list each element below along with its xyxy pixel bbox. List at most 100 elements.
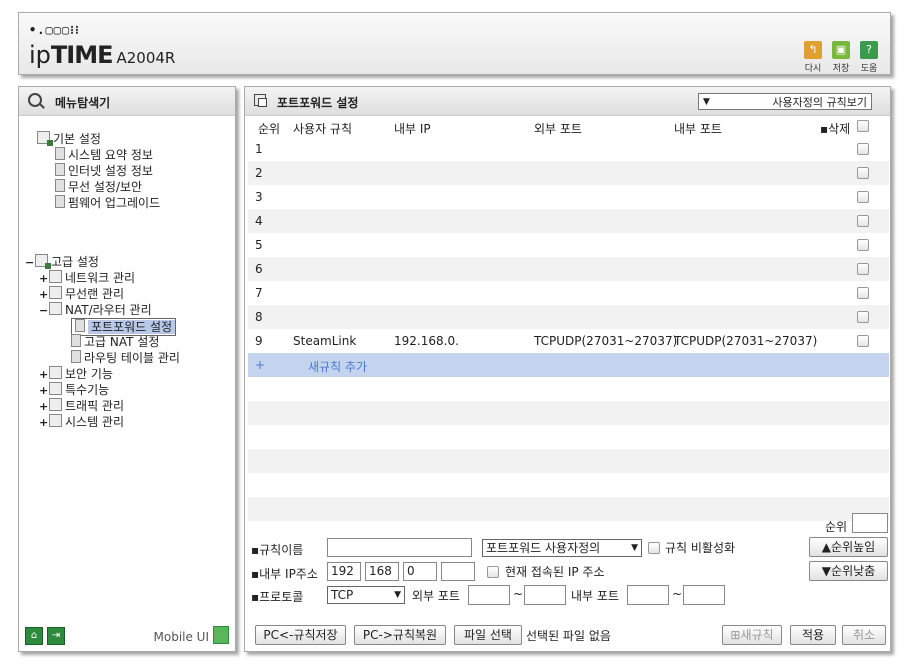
row-delete-checkbox[interactable] <box>857 215 869 227</box>
home-icon[interactable]: ⌂ <box>25 627 43 645</box>
tree-nat-router-management[interactable]: − NAT/라우터 관리 <box>39 302 152 318</box>
internal-port-end[interactable] <box>683 585 725 605</box>
expand-toggle[interactable]: + <box>39 287 49 303</box>
mobile-ui-link[interactable]: Mobile UI <box>154 630 210 644</box>
row-order: 1 <box>255 142 263 156</box>
expand-toggle[interactable]: + <box>39 271 49 287</box>
pc-save-rules-button[interactable]: PC<-규칙저장 <box>255 625 346 645</box>
row-delete-checkbox[interactable] <box>857 287 869 299</box>
external-port-start[interactable] <box>468 585 510 605</box>
rule-view-select[interactable]: ▼ 사용자정의 규칙보기 <box>698 93 872 110</box>
cancel-button[interactable]: 취소 <box>842 625 886 645</box>
rule-type-select[interactable]: 포트포워드 사용자정의 ▼ <box>482 539 642 557</box>
help-label: 도움 <box>860 64 878 74</box>
tree-special-functions[interactable]: + 특수기능 <box>39 382 109 398</box>
save-label: 저장 <box>832 64 850 74</box>
folder-icon <box>37 131 53 146</box>
apply-button[interactable]: 적용 <box>790 625 836 645</box>
rule-name-label: ▪규칙이름 <box>251 543 304 557</box>
collapse-toggle[interactable]: − <box>39 303 49 319</box>
system-folder-icon <box>49 414 62 427</box>
current-ip-checkbox[interactable] <box>487 566 499 578</box>
int-port-tilde: ~ <box>672 587 683 601</box>
router-folder-icon <box>49 302 62 315</box>
minus-square-icon: ▪ <box>820 122 829 136</box>
row-delete-checkbox[interactable] <box>857 335 869 347</box>
ip-octet-3[interactable]: 0 <box>403 562 437 581</box>
tree-item-system-summary[interactable]: 시스템 요약 정보 <box>55 147 153 163</box>
wifi-folder-icon <box>49 286 62 299</box>
row-delete-checkbox[interactable] <box>857 143 869 155</box>
rule-name-input[interactable] <box>327 538 472 557</box>
priority-down-button[interactable]: ▼순위낮춤 <box>809 561 888 581</box>
mobile-icon[interactable] <box>213 626 229 644</box>
table-row[interactable]: 4 <box>248 209 889 233</box>
ip-octet-4[interactable] <box>441 562 475 581</box>
col-rule: 사용자 규칙 <box>293 122 353 136</box>
rules-table-header: 순위 사용자 규칙 내부 IP 외부 포트 내부 포트 ▪삭제 <box>248 117 889 137</box>
plus-icon: + <box>255 358 266 372</box>
table-row[interactable]: 1 <box>248 137 889 161</box>
priority-up-button[interactable]: ▲순위높임 <box>809 537 888 557</box>
external-port-label: 외부 포트 <box>412 589 460 603</box>
table-row[interactable]: 6 <box>248 257 889 281</box>
row-delete-checkbox[interactable] <box>857 239 869 251</box>
add-rule-row[interactable]: + 새규칙 추가 <box>248 353 889 377</box>
collapse-toggle[interactable]: − <box>25 255 35 271</box>
row-rule-name: SteamLink <box>293 334 357 348</box>
row-delete-checkbox[interactable] <box>857 263 869 275</box>
ip-octet-1[interactable]: 192 <box>327 562 361 581</box>
table-row[interactable]: 7 <box>248 281 889 305</box>
help-button[interactable]: ? 도움 <box>858 41 880 74</box>
tree-traffic-management[interactable]: + 트래픽 관리 <box>39 398 124 414</box>
table-row[interactable]: 9 SteamLink 192.168.0. TCPUDP(27031~27037) T… <box>248 329 889 353</box>
protocol-select[interactable]: TCP ▼ <box>327 586 405 604</box>
row-order: 6 <box>255 262 263 276</box>
expand-toggle[interactable]: + <box>39 367 49 383</box>
tree-advanced-settings[interactable]: − 고급 설정 <box>25 254 99 270</box>
row-delete-checkbox[interactable] <box>857 167 869 179</box>
chart-icon <box>55 147 65 160</box>
tree-system-management[interactable]: + 시스템 관리 <box>39 414 124 430</box>
empty-row <box>248 449 889 473</box>
tree-item-internet-info[interactable]: 인터넷 설정 정보 <box>55 163 153 179</box>
table-row[interactable]: 3 <box>248 185 889 209</box>
tree-basic-settings[interactable]: 기본 설정 <box>37 131 101 147</box>
ip-octet-2[interactable]: 168 <box>365 562 399 581</box>
table-row[interactable]: 8 <box>248 305 889 329</box>
order-input[interactable] <box>852 513 888 533</box>
pc-restore-rules-button[interactable]: PC->규칙복원 <box>354 625 446 645</box>
table-row[interactable]: 2 <box>248 161 889 185</box>
expand-toggle[interactable]: + <box>39 383 49 399</box>
internal-port-start[interactable] <box>627 585 669 605</box>
row-delete-checkbox[interactable] <box>857 191 869 203</box>
row-order: 5 <box>255 238 263 252</box>
internal-port-label: 내부 포트 <box>571 589 619 603</box>
tree-item-advanced-nat[interactable]: 고급 NAT 설정 <box>71 334 159 350</box>
new-rule-button[interactable]: ⊞새규칙 <box>722 625 782 645</box>
row-delete-checkbox[interactable] <box>857 311 869 323</box>
refresh-button[interactable]: ↰ 다시 <box>802 41 824 74</box>
empty-row <box>248 401 889 425</box>
table-row[interactable]: 5 <box>248 233 889 257</box>
page-icon <box>71 334 81 347</box>
logout-icon[interactable]: ⇥ <box>47 627 65 645</box>
file-select-button[interactable]: 파일 선택 <box>454 625 522 645</box>
expand-toggle[interactable]: + <box>39 399 49 415</box>
tree-network-management[interactable]: + 네트워크 관리 <box>39 270 135 286</box>
tree-item-firmware-upgrade[interactable]: 펌웨어 업그레이드 <box>55 195 160 211</box>
tree-item-routing-table[interactable]: 라우팅 테이블 관리 <box>71 350 180 366</box>
row-order: 3 <box>255 190 263 204</box>
disable-rule-checkbox[interactable] <box>648 542 660 554</box>
expand-toggle[interactable]: + <box>39 415 49 431</box>
save-button[interactable]: ▣ 저장 <box>830 41 852 74</box>
tree-item-wireless-security[interactable]: 무선 설정/보안 <box>55 179 142 195</box>
select-all-checkbox[interactable] <box>857 120 869 132</box>
disable-rule-label: 규칙 비활성화 <box>665 541 736 555</box>
sidebar-footer: ⌂ ⇥ Mobile UI <box>19 621 235 651</box>
header-panel: •.▢▢▢⁝⁝ ipTIME A2004R ↰ 다시 ▣ 저장 ? 도움 <box>18 12 891 75</box>
external-port-end[interactable] <box>524 585 566 605</box>
tree-security-functions[interactable]: + 보안 기능 <box>39 366 113 382</box>
tree-wireless-management[interactable]: + 무선랜 관리 <box>39 286 124 302</box>
empty-row <box>248 377 889 401</box>
